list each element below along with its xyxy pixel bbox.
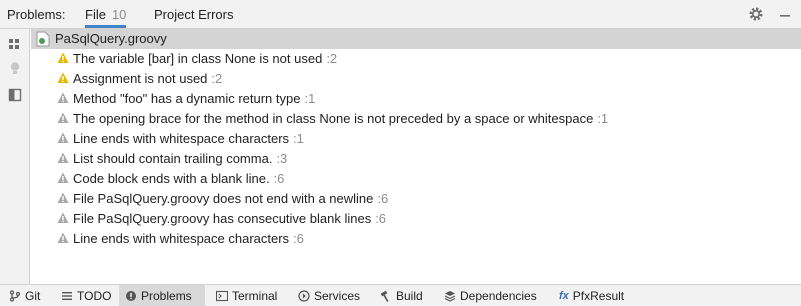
problem-count: :1: [597, 111, 609, 126]
fx-icon: fx: [559, 289, 569, 302]
problem-item[interactable]: Line ends with whitespace characters:1: [57, 129, 797, 149]
problems-tree: PaSqlQuery.groovy The variable [bar] in …: [31, 29, 801, 285]
pfxresult-tab[interactable]: fx PfxResult: [553, 285, 630, 306]
dependencies-tab[interactable]: Dependencies: [438, 285, 543, 306]
problem-count: :2: [326, 51, 338, 66]
problem-text: Assignment is not used: [73, 71, 208, 86]
problem-text: Line ends with whitespace characters: [73, 131, 290, 146]
problem-count: :1: [293, 131, 304, 146]
terminal-tab[interactable]: Terminal: [210, 285, 283, 306]
tab-project-errors[interactable]: Project Errors: [154, 0, 233, 28]
problems-icon: [125, 290, 137, 302]
weak-warning-icon: [57, 92, 69, 104]
gear-icon[interactable]: [748, 6, 764, 22]
problem-text: Method "foo" has a dynamic return type: [73, 91, 301, 106]
problem-item[interactable]: Method "foo" has a dynamic return type:1: [57, 89, 797, 109]
problem-count: :6: [377, 191, 389, 206]
problem-text: Code block ends with a blank line.: [73, 171, 270, 186]
problem-item[interactable]: List should contain trailing comma.:3: [57, 149, 797, 169]
problem-item[interactable]: Assignment is not used:2: [57, 69, 797, 89]
problems-title: Problems:: [7, 7, 66, 22]
file-name: PaSqlQuery.groovy: [55, 31, 167, 46]
problem-text: The variable [bar] in class None is not …: [73, 51, 323, 66]
preview-panel-icon[interactable]: [7, 87, 23, 103]
todo-tab-label: TODO: [77, 288, 112, 303]
tab-file[interactable]: File 10: [85, 0, 127, 28]
problem-count: :6: [273, 171, 285, 186]
pfxresult-tab-label: PfxResult: [572, 288, 625, 303]
groovy-file-icon: [36, 31, 50, 47]
problem-item[interactable]: The opening brace for the method in clas…: [57, 109, 797, 129]
git-branch-icon: [9, 289, 21, 302]
file-node[interactable]: PaSqlQuery.groovy: [31, 29, 801, 49]
tab-file-label: File: [85, 7, 106, 22]
problem-text: Line ends with whitespace characters: [73, 231, 290, 246]
problems-header: Problems: File 10 Project Errors: [0, 0, 801, 29]
weak-warning-icon: [57, 192, 69, 204]
layers-icon: [444, 290, 456, 302]
problem-item[interactable]: File PaSqlQuery.groovy does not end with…: [57, 189, 797, 209]
problems-tab[interactable]: Problems: [119, 285, 205, 306]
problem-text: File PaSqlQuery.groovy does not end with…: [73, 191, 374, 206]
problem-text: The opening brace for the method in clas…: [73, 111, 594, 126]
problem-item[interactable]: The variable [bar] in class None is not …: [57, 49, 797, 69]
weak-warning-icon: [57, 132, 69, 144]
list-icon: [61, 290, 73, 302]
terminal-tab-label: Terminal: [232, 288, 278, 303]
weak-warning-icon: [57, 212, 69, 224]
services-icon: [298, 289, 310, 302]
weak-warning-icon: [57, 172, 69, 184]
group-by-icon[interactable]: [7, 36, 23, 52]
problem-text: File PaSqlQuery.groovy has consecutive b…: [73, 211, 372, 226]
services-tab-label: Services: [314, 288, 361, 303]
dependencies-tab-label: Dependencies: [460, 288, 537, 303]
problem-item[interactable]: Line ends with whitespace characters:6: [57, 229, 797, 249]
build-tab-label: Build: [396, 288, 423, 303]
problems-tab-label: Problems: [141, 288, 192, 303]
problem-count: :6: [293, 231, 304, 246]
warning-icon: [57, 52, 69, 64]
weak-warning-icon: [57, 152, 69, 164]
problem-item[interactable]: Code block ends with a blank line.:6: [57, 169, 797, 189]
problem-count: :3: [276, 151, 288, 166]
lightbulb-icon[interactable]: [7, 60, 23, 76]
tool-window-bar: Git TODO Problems Terminal Services Buil…: [0, 284, 801, 306]
build-tab[interactable]: Build: [374, 285, 429, 306]
tab-project-errors-label: Project Errors: [154, 7, 234, 22]
services-tab[interactable]: Services: [292, 285, 366, 306]
problem-count: :1: [304, 91, 316, 106]
terminal-icon: [215, 290, 229, 302]
hammer-icon: [380, 290, 392, 302]
problem-text: List should contain trailing comma.: [73, 151, 273, 166]
todo-tab[interactable]: TODO: [55, 285, 117, 306]
git-tab-label: Git: [25, 288, 41, 303]
weak-warning-icon: [57, 112, 69, 124]
left-toolbar: [0, 29, 30, 285]
tab-file-count: 10: [111, 7, 127, 22]
problem-item[interactable]: File PaSqlQuery.groovy has consecutive b…: [57, 209, 797, 229]
problem-count: :2: [211, 71, 223, 86]
weak-warning-icon: [57, 232, 69, 244]
problem-count: :6: [375, 211, 387, 226]
minimize-icon[interactable]: [777, 6, 793, 22]
warning-icon: [57, 72, 69, 84]
git-tab[interactable]: Git: [3, 285, 46, 306]
